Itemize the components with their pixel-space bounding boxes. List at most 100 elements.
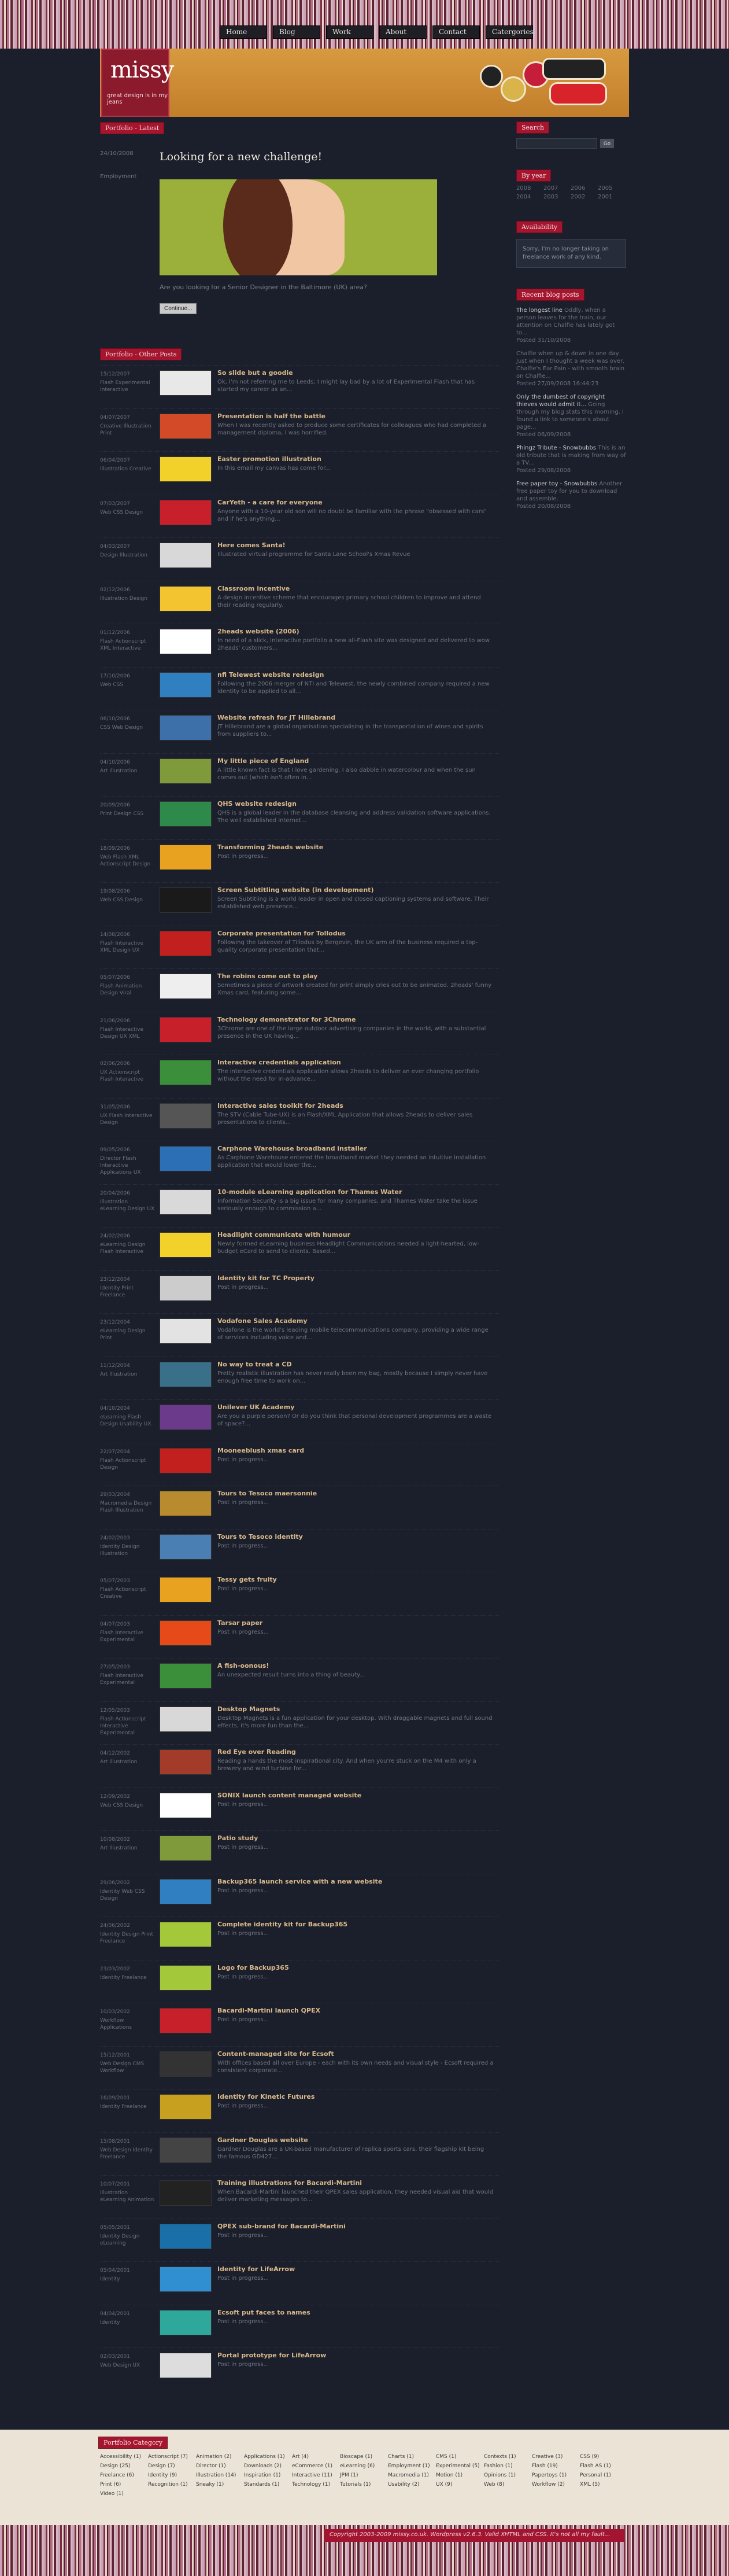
category-link[interactable]: Usability (2) — [388, 2482, 436, 2487]
post-thumbnail[interactable] — [160, 844, 212, 870]
post-thumbnail[interactable] — [160, 2008, 212, 2033]
year-link[interactable]: 2002 — [571, 194, 597, 200]
year-link[interactable]: 2001 — [598, 194, 624, 200]
post-title[interactable]: A fish-oonous! — [217, 1662, 495, 1670]
post-thumbnail[interactable] — [160, 1836, 212, 1861]
category-link[interactable]: Flash AS (1) — [580, 2463, 628, 2469]
post-title[interactable]: The robins come out to play — [217, 972, 495, 980]
post-thumbnail[interactable] — [160, 1146, 212, 1171]
category-link[interactable]: Sneaky (1) — [196, 2482, 244, 2487]
category-link[interactable]: Macromedia (1) — [388, 2472, 436, 2478]
post-thumbnail[interactable] — [160, 1620, 212, 1646]
category-link[interactable]: Personal (1) — [580, 2472, 628, 2478]
post-title[interactable]: Screen Subtitling website (in developmen… — [217, 886, 495, 894]
post-thumbnail[interactable] — [160, 1749, 212, 1775]
post-title[interactable]: Logo for Backup365 — [217, 1964, 495, 1971]
category-link[interactable]: Inspiration (1) — [244, 2472, 292, 2478]
post-thumbnail[interactable] — [160, 2180, 212, 2206]
year-link[interactable]: 2005 — [598, 185, 624, 191]
post-categories[interactable]: eLearning Design Print — [100, 1328, 155, 1342]
post-thumbnail[interactable] — [160, 1922, 212, 1947]
post-categories[interactable]: Director Flash Interactive Applications … — [100, 1155, 155, 1176]
post-categories[interactable]: Identity Freelance — [100, 2103, 155, 2110]
post-thumbnail[interactable] — [160, 1965, 212, 1991]
post-category[interactable]: Employment — [100, 174, 136, 180]
post-categories[interactable]: Identity — [100, 2319, 155, 2326]
recent-post-item[interactable]: Phingz Tribute - Snowbubbs This is an ol… — [516, 444, 626, 474]
post-title[interactable]: Looking for a new challenge! — [160, 150, 322, 163]
post-categories[interactable]: Web CSS — [100, 681, 155, 688]
post-categories[interactable]: Flash Interactive Design UX XML — [100, 1026, 155, 1040]
post-categories[interactable]: Art Illustration — [100, 1759, 155, 1766]
site-logo[interactable]: missy great design is in my jeans — [101, 49, 174, 117]
post-thumbnail[interactable] — [160, 1534, 212, 1560]
post-title[interactable]: So slide but a goodie — [217, 369, 495, 377]
recent-post-title[interactable]: The longest line — [516, 307, 563, 314]
post-categories[interactable]: Macromedia Design Flash Illustration — [100, 1500, 155, 1514]
post-thumbnail[interactable] — [160, 2051, 212, 2077]
post-categories[interactable]: Web CSS Design — [100, 509, 155, 516]
post-categories[interactable]: CSS Web Design — [100, 724, 155, 731]
post-title[interactable]: Unilever UK Academy — [217, 1403, 495, 1411]
category-link[interactable]: Motion (1) — [436, 2472, 484, 2478]
category-link[interactable]: eLearning (6) — [340, 2463, 388, 2469]
post-title[interactable]: Gardner Douglas website — [217, 2136, 495, 2144]
recent-post-item[interactable]: Only the dumbest of copyright thieves wo… — [516, 393, 626, 438]
post-title[interactable]: Bacardi-Martini launch QPEX — [217, 2007, 495, 2014]
recent-post-title[interactable]: Phingz Tribute - Snowbubbs — [516, 445, 596, 451]
category-link[interactable]: Design (7) — [148, 2463, 196, 2469]
post-thumbnail[interactable] — [160, 2267, 212, 2292]
post-title[interactable]: Carphone Warehouse broadband installer — [217, 1145, 495, 1152]
category-link[interactable]: Video (1) — [100, 2491, 148, 2497]
post-categories[interactable]: Web Design Identity Freelance — [100, 2147, 155, 2161]
category-link[interactable]: Opinions (1) — [484, 2472, 532, 2478]
post-categories[interactable]: Illustration eLearning Animation — [100, 2190, 155, 2203]
post-thumbnail[interactable] — [160, 672, 212, 698]
post-thumbnail[interactable] — [160, 1491, 212, 1516]
post-categories[interactable]: Art Illustration — [100, 768, 155, 775]
post-categories[interactable]: UX Actionscript Flash Interactive — [100, 1069, 155, 1083]
post-categories[interactable]: UX Flash Interactive Design — [100, 1112, 155, 1126]
category-link[interactable]: Flash (19) — [532, 2463, 580, 2469]
post-categories[interactable]: Identity Print Freelance — [100, 1285, 155, 1299]
category-link[interactable]: Design (25) — [100, 2463, 148, 2469]
post-thumbnail[interactable] — [160, 1878, 212, 1904]
post-title[interactable]: Portal prototype for LifeArrow — [217, 2352, 495, 2359]
post-thumbnail[interactable] — [160, 930, 212, 956]
year-link[interactable]: 2007 — [543, 185, 569, 191]
post-thumbnail[interactable] — [160, 1792, 212, 1818]
post-categories[interactable]: Identity Web CSS Design — [100, 1888, 155, 1902]
post-thumbnail[interactable] — [160, 887, 212, 913]
category-link[interactable]: Print (6) — [100, 2482, 148, 2487]
category-link[interactable]: CMS (1) — [436, 2454, 484, 2460]
nav-blog[interactable]: Blog — [273, 25, 320, 39]
category-link[interactable]: Accessibility (1) — [100, 2454, 148, 2460]
nav-home[interactable]: Home — [220, 25, 267, 39]
post-title[interactable]: Tarsar paper — [217, 1619, 495, 1627]
category-link[interactable]: Web (8) — [484, 2482, 532, 2487]
category-link[interactable]: Actionscript (7) — [148, 2454, 196, 2460]
category-link[interactable]: Illustration (14) — [196, 2472, 244, 2478]
post-categories[interactable]: Identity Freelance — [100, 1974, 155, 1981]
year-link[interactable]: 2003 — [543, 194, 569, 200]
category-link[interactable]: CSS (9) — [580, 2454, 628, 2460]
post-categories[interactable]: Design Illustration — [100, 552, 155, 559]
recent-post-item[interactable]: The longest line Oddly, when a person le… — [516, 307, 626, 344]
post-title[interactable]: Content-managed site for Ecsoft — [217, 2050, 495, 2058]
category-link[interactable]: Technology (1) — [292, 2482, 340, 2487]
category-link[interactable]: Animation (2) — [196, 2454, 244, 2460]
post-thumbnail[interactable] — [160, 629, 212, 654]
post-categories[interactable]: Identity — [100, 2276, 155, 2283]
post-categories[interactable]: Flash Animation Design Viral — [100, 983, 155, 997]
nav-contact[interactable]: Contact — [432, 25, 480, 39]
category-link[interactable]: Experimental (5) — [436, 2463, 484, 2469]
post-categories[interactable]: Web CSS Design — [100, 897, 155, 904]
post-categories[interactable]: Identity Design eLearning — [100, 2233, 155, 2247]
post-categories[interactable]: Creative Illustration Print — [100, 423, 155, 437]
post-title[interactable]: Identity for Kinetic Futures — [217, 2093, 495, 2100]
post-title[interactable]: Vodafone Sales Academy — [217, 1317, 495, 1325]
post-categories[interactable]: Flash Actionscript Design — [100, 1457, 155, 1471]
post-thumbnail[interactable] — [160, 2353, 212, 2378]
category-link[interactable]: eCommerce (1) — [292, 2463, 340, 2469]
post-thumbnail[interactable] — [160, 2309, 212, 2335]
